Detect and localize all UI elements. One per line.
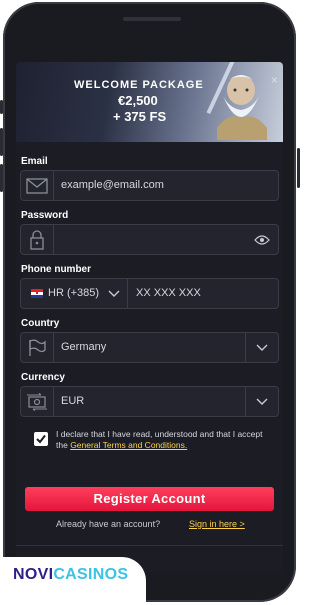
banner-title: WELCOME PACKAGE [74,79,204,91]
novicasinos-logo: NOVICASINOS [13,566,128,584]
country-select[interactable]: Germany [20,332,279,363]
eye-icon[interactable] [254,234,270,246]
email-field[interactable]: example@email.com [20,170,279,201]
country-label: Country [21,318,60,329]
envelope-icon [21,171,54,200]
registration-screen: WELCOME PACKAGE €2,500 + 375 FS × Email … [16,62,283,572]
phone-speaker [123,17,181,21]
phone-power-button [297,148,300,188]
already-have-account-text: Already have an account? [56,519,161,529]
currency-label: Currency [21,372,65,383]
lock-icon [21,225,54,254]
email-placeholder: example@email.com [61,179,164,191]
password-label: Password [21,210,69,221]
divider [16,545,283,546]
chevron-down-icon[interactable] [245,333,278,362]
terms-declaration: I declare that I have read, understood a… [56,429,276,451]
country-code-value: HR (+385) [48,287,100,299]
logo-part-casinos: CASINOS [53,566,129,583]
phone-side-button [0,100,3,114]
phone-field[interactable]: HR (+385) XX XXX XXX [20,278,279,309]
phone-volume-up [0,128,3,156]
terms-link[interactable]: General Terms and Conditions. [70,440,187,450]
currency-select[interactable]: EUR [20,386,279,417]
close-icon[interactable]: × [271,73,278,87]
phone-label: Phone number [21,264,92,275]
money-exchange-icon [21,387,54,416]
email-label: Email [21,156,48,167]
zeus-illustration [217,75,267,140]
flag-icon [21,333,54,362]
country-code-select[interactable]: HR (+385) [21,279,128,308]
croatia-flag-icon [31,289,43,298]
banner-amount: €2,500 [118,93,158,108]
checkmark-icon [36,434,46,444]
logo-part-novi: NOVI [13,566,54,583]
phone-placeholder: XX XXX XXX [136,287,201,299]
terms-checkbox[interactable] [34,432,48,446]
chevron-down-icon[interactable] [245,387,278,416]
sign-in-link[interactable]: Sign in here > [189,519,245,529]
country-value: Germany [61,341,107,353]
register-account-button[interactable]: Register Account [25,487,274,511]
banner-spins: + 375 FS [113,109,167,124]
chevron-down-icon [108,290,120,297]
welcome-banner[interactable]: WELCOME PACKAGE €2,500 + 375 FS × [16,62,283,142]
password-field[interactable] [20,224,279,255]
phone-volume-down [0,164,3,192]
currency-value: EUR [61,395,85,407]
